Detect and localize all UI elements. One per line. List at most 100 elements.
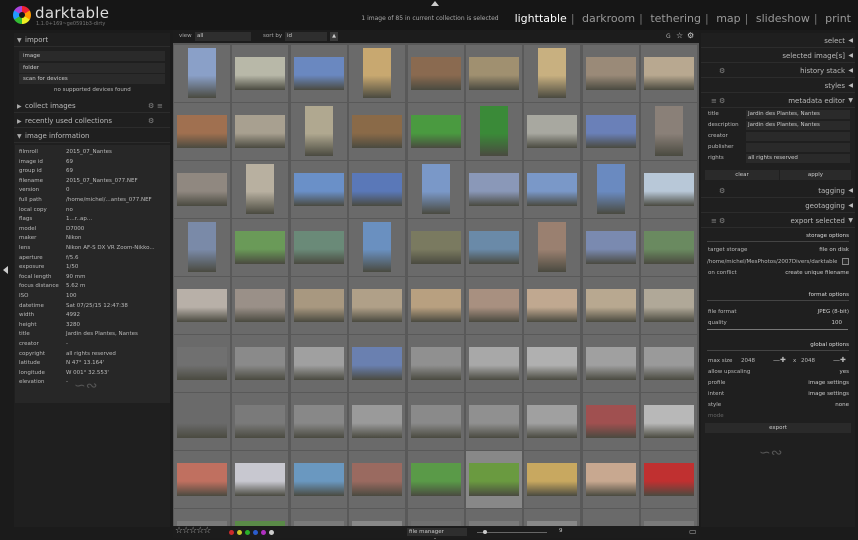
thumbnail-cell[interactable] — [232, 45, 289, 102]
upscaling-combo[interactable]: yes — [839, 369, 849, 375]
zoom-slider[interactable] — [477, 532, 547, 533]
thumbnail-cell[interactable] — [582, 451, 639, 508]
selected-images-header[interactable]: selected image[s] ◀ — [701, 49, 855, 63]
thumbnail-cell[interactable] — [174, 393, 230, 450]
thumbnail-cell[interactable] — [466, 393, 522, 450]
view-lighttable[interactable]: lighttable — [515, 12, 567, 25]
recent-collections-header[interactable]: ▶ recently used collections ⚙ — [14, 115, 170, 128]
color-label-dot[interactable] — [253, 530, 258, 535]
export-button[interactable]: export — [705, 423, 851, 433]
thumbnail-cell[interactable] — [582, 45, 639, 102]
thumbnail-cell[interactable] — [174, 219, 230, 276]
view-map[interactable]: map — [716, 12, 740, 25]
reset-icon[interactable]: ⚙ — [719, 64, 725, 78]
thumbnail-cell[interactable] — [641, 509, 698, 526]
thumbnail-cell[interactable] — [290, 277, 347, 334]
import-folder-button[interactable]: folder — [19, 63, 165, 73]
metadata-field-input[interactable]: all rights reserved — [746, 154, 850, 163]
thumbnail-cell[interactable] — [582, 335, 639, 392]
reset-icon[interactable]: ⚙ — [719, 214, 725, 228]
metadata-apply-button[interactable]: apply — [780, 170, 851, 180]
thumbnail-cell[interactable] — [349, 103, 406, 160]
thumbnail-cell[interactable] — [349, 219, 406, 276]
thumbnail-cell[interactable] — [466, 219, 522, 276]
metadata-editor-header[interactable]: ≡ ⚙ metadata editor ▼ — [701, 94, 855, 108]
select-header[interactable]: select ◀ — [701, 34, 855, 48]
thumbnail-cell[interactable] — [232, 161, 289, 218]
history-stack-header[interactable]: ⚙ history stack ◀ — [701, 64, 855, 78]
reset-icon[interactable]: ⚙ — [148, 115, 154, 128]
thumbnail-cell[interactable] — [641, 277, 698, 334]
color-label-dot[interactable] — [261, 530, 266, 535]
layout-combo[interactable]: file manager — [407, 528, 467, 536]
thumbnail-cell[interactable] — [407, 451, 464, 508]
tagging-header[interactable]: ⚙ tagging ◀ — [701, 184, 855, 198]
view-slideshow[interactable]: slideshow — [756, 12, 810, 25]
thumbnail-cell[interactable] — [641, 393, 698, 450]
metadata-clear-button[interactable]: clear — [705, 170, 779, 180]
view-print[interactable]: print — [825, 12, 851, 25]
preferences-gear-icon[interactable]: ⚙ — [687, 31, 694, 40]
zoom-value[interactable]: 9 — [559, 528, 563, 534]
thumbnail-cell[interactable] — [174, 451, 230, 508]
thumbnail-cell[interactable] — [349, 335, 406, 392]
thumbnail-cell[interactable] — [641, 45, 698, 102]
thumbnail-cell[interactable] — [524, 335, 581, 392]
thumbnail-cell[interactable] — [641, 103, 698, 160]
thumbnail-cell[interactable] — [641, 161, 698, 218]
thumbnail-cell[interactable] — [466, 335, 522, 392]
max-width-input[interactable]: 2048 — [741, 358, 755, 364]
thumbnail-cell[interactable] — [349, 451, 406, 508]
thumbnail-cell[interactable] — [524, 451, 581, 508]
thumbnail-cell[interactable] — [232, 277, 289, 334]
import-image-button[interactable]: image — [19, 51, 165, 61]
thumbnail-cell[interactable] — [290, 509, 347, 526]
export-path-field[interactable]: /home/michel/MesPhotos/2007Divers/darkta… — [707, 259, 837, 265]
import-module-header[interactable]: ▼ import — [14, 34, 170, 47]
thumbnail-cell[interactable] — [407, 393, 464, 450]
thumbnail-cell[interactable] — [407, 277, 464, 334]
sort-order-button[interactable]: ▲ — [330, 32, 338, 41]
quality-value[interactable]: 100 — [832, 320, 843, 326]
on-conflict-combo[interactable]: create unique filename — [785, 270, 849, 276]
thumbnail-cell[interactable] — [641, 335, 698, 392]
reset-icon[interactable]: ⚙ — [719, 184, 725, 198]
thumbnail-cell[interactable] — [349, 277, 406, 334]
thumbnail-cell[interactable] — [466, 103, 522, 160]
thumbnail-cell[interactable] — [349, 509, 406, 526]
thumbnail-cell[interactable] — [582, 219, 639, 276]
color-label-dot[interactable] — [237, 530, 242, 535]
target-storage-combo[interactable]: file on disk — [819, 247, 849, 253]
thumbnail-cell[interactable] — [290, 161, 347, 218]
thumbnail-cell[interactable] — [524, 219, 581, 276]
collapse-top-arrow-icon[interactable] — [431, 1, 439, 6]
image-information-header[interactable]: ▼ image information — [14, 130, 170, 143]
geotagging-header[interactable]: geotagging ◀ — [701, 199, 855, 213]
zoom-slider-knob[interactable] — [483, 530, 487, 534]
presets-icon[interactable]: ≡ — [711, 214, 717, 228]
thumbnail-cell[interactable] — [232, 219, 289, 276]
thumbnail-cell[interactable] — [290, 335, 347, 392]
thumbnail-cell[interactable] — [466, 161, 522, 218]
metadata-field-input[interactable]: Jardin des Plantes, Nantes — [746, 110, 850, 119]
thumbnail-cell[interactable] — [349, 393, 406, 450]
thumbnail-cell[interactable] — [232, 335, 289, 392]
thumbnail-cell[interactable] — [466, 451, 522, 508]
metadata-field-input[interactable] — [746, 132, 850, 141]
thumbnail-cell[interactable] — [407, 161, 464, 218]
thumbnail-cell[interactable] — [232, 103, 289, 160]
color-label-dot[interactable] — [229, 530, 234, 535]
collapse-left-arrow-icon[interactable] — [3, 266, 8, 274]
view-darkroom[interactable]: darkroom — [582, 12, 635, 25]
width-stepper-icon[interactable]: —✚ — [773, 356, 786, 364]
intent-combo[interactable]: image settings — [808, 391, 849, 397]
presets-icon[interactable]: ⚙ — [148, 100, 154, 113]
thumbnail-cell[interactable] — [349, 161, 406, 218]
export-selected-header[interactable]: ≡ ⚙ export selected ▼ — [701, 214, 855, 228]
grouping-button[interactable]: G — [666, 33, 671, 40]
quality-slider[interactable] — [707, 329, 848, 330]
view-filter-combo[interactable]: all — [195, 32, 251, 41]
color-label-dot[interactable] — [269, 530, 274, 535]
view-tethering[interactable]: tethering — [650, 12, 701, 25]
star-rating[interactable]: ☆☆☆☆☆ — [175, 526, 211, 536]
